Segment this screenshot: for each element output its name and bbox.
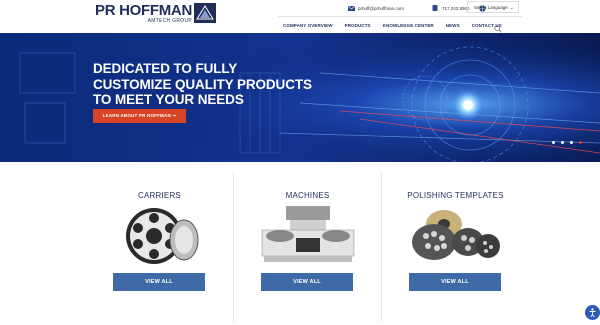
nav-item-company-overview[interactable]: COMPANY OVERVIEW [283,23,333,28]
product-column-carriers: CARRIERS VIEW ALL [86,162,233,322]
accessibility-widget-icon[interactable] [585,305,600,320]
product-title-polishing-templates: POLISHING TEMPLATES [407,191,504,200]
phone-icon [432,5,439,11]
product-column-polishing-templates: POLISHING TEMPLATES VIEW ALL [382,162,529,322]
main-nav: COMPANY OVERVIEW PRODUCTS KNOWLEDGE CENT… [283,20,514,30]
chevron-down-icon: ⌄ [509,5,514,11]
slider-dot-1[interactable] [552,141,555,144]
email-link[interactable]: prhoff@prhoffman.com [358,6,404,11]
envelope-icon [348,5,355,11]
language-select[interactable]: Select Language ⌄ [467,1,519,13]
product-column-machines: MACHINES VIEW ALL [234,162,381,322]
product-title-machines: MACHINES [285,191,330,200]
slider-dot-4[interactable] [579,141,582,144]
logo-emblem-icon [194,3,216,23]
carriers-view-all-button[interactable]: VIEW ALL [113,273,205,291]
logo-main-text: PR HOFFMAN [95,2,192,19]
nav-divider [278,16,522,17]
polishing-templates-image[interactable] [382,206,529,266]
language-select-label: Select Language [474,4,508,10]
product-title-carriers: CARRIERS [138,191,181,200]
site-header: PR HOFFMAN AMTECH GROUP prhoff@prhoffman… [0,0,600,33]
carriers-image[interactable] [86,206,233,266]
phone-link[interactable]: 717.243.9900 [442,6,470,11]
nav-item-knowledge-center[interactable]: KNOWLEDGE CENTER [383,23,434,28]
slider-dot-2[interactable] [561,141,564,144]
slider-dots [552,141,588,144]
slider-dot-3[interactable] [570,141,573,144]
polishing-templates-view-all-button[interactable]: VIEW ALL [409,273,501,291]
nav-item-products[interactable]: PRODUCTS [345,23,371,28]
search-icon[interactable] [494,20,502,33]
logo-sub-text: AMTECH GROUP [147,18,192,24]
machines-image[interactable] [234,206,381,266]
nav-item-news[interactable]: NEWS [446,23,460,28]
logo[interactable]: PR HOFFMAN AMTECH GROUP [95,3,216,24]
hero-banner: DEDICATED TO FULLY CUSTOMIZE QUALITY PRO… [0,33,600,162]
learn-about-button[interactable]: LEARN ABOUT PR HOFFMAN ➞ [93,109,186,123]
machines-view-all-button[interactable]: VIEW ALL [261,273,353,291]
hero-headline: DEDICATED TO FULLY CUSTOMIZE QUALITY PRO… [93,61,312,107]
